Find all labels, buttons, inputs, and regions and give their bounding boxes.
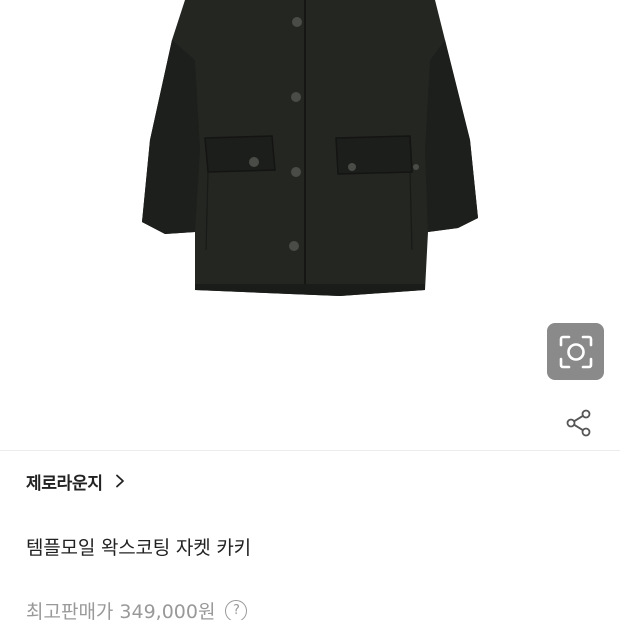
price-value: 349,000원 [119,601,216,620]
question-circle-icon[interactable]: ? [225,599,248,620]
product-image-area [0,0,620,450]
price-row: 최고판매가 349,000원 ? [26,597,248,620]
share-button[interactable] [562,406,596,440]
price-label: 최고판매가 [26,601,114,620]
product-title: 템플모일 왁스코팅 자켓 카키 [26,537,251,559]
store-link[interactable]: 제로라운지 [26,466,127,496]
image-search-icon [559,335,592,368]
divider [0,450,620,451]
jacket-image [142,0,478,296]
share-icon [566,409,591,437]
store-name: 제로라운지 [26,473,103,494]
image-search-button[interactable] [547,323,604,380]
chevron-right-icon [115,474,124,488]
